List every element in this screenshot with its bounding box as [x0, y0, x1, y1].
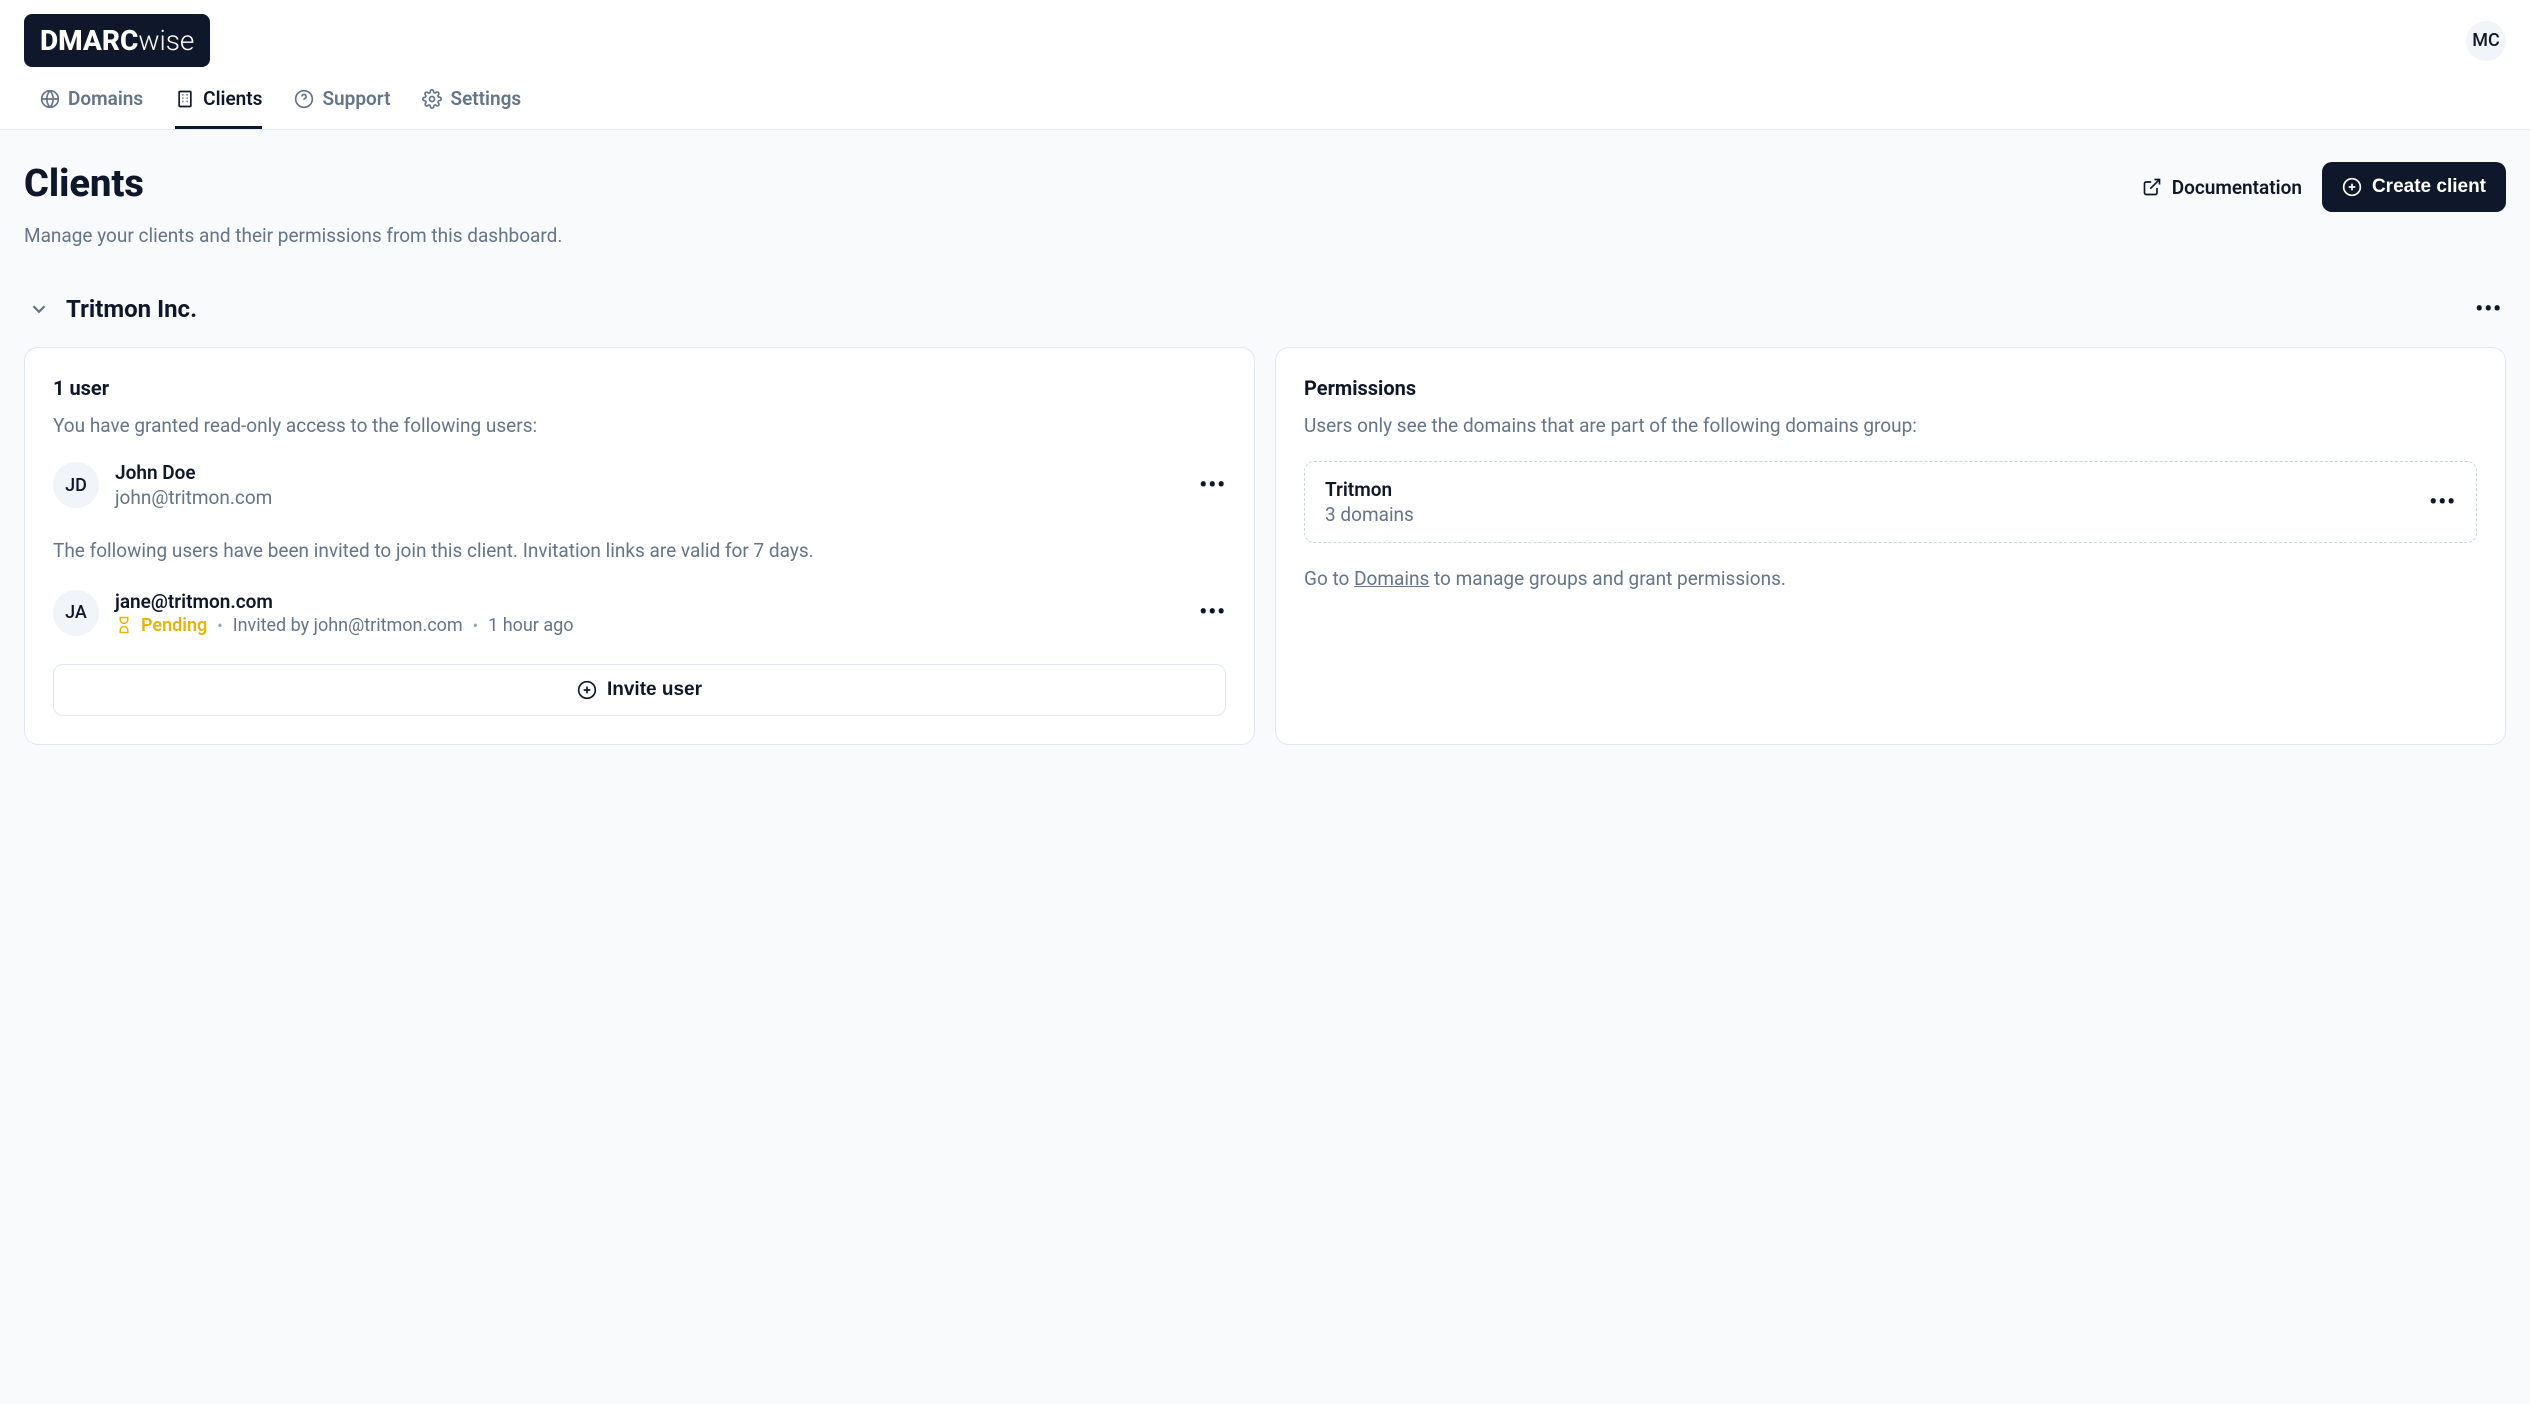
- cards-grid: 1 user You have granted read-only access…: [24, 347, 2506, 745]
- tab-domains[interactable]: Domains: [40, 87, 143, 129]
- pending-user-row: JA jane@tritmon.com Pending • Invited by…: [53, 590, 1226, 636]
- user-row: JD John Doe john@tritmon.com •••: [53, 461, 1226, 509]
- tab-label: Support: [322, 87, 390, 110]
- permissions-footer: Go to Domains to manage groups and grant…: [1304, 567, 2477, 590]
- page-header: Clients Manage your clients and their pe…: [24, 162, 2506, 247]
- user-avatar[interactable]: MC: [2466, 21, 2506, 61]
- page-subtitle: Manage your clients and their permission…: [24, 224, 562, 247]
- building-icon: [175, 89, 195, 109]
- client-more-icon[interactable]: •••: [2475, 297, 2502, 322]
- main-content: Clients Manage your clients and their pe…: [0, 130, 2530, 1404]
- permissions-card: Permissions Users only see the domains t…: [1275, 347, 2506, 745]
- permission-group: Tritmon 3 domains •••: [1304, 461, 2477, 543]
- permissions-title: Permissions: [1304, 376, 2477, 400]
- help-icon: [294, 89, 314, 109]
- client-toggle[interactable]: Tritmon Inc.: [28, 295, 197, 323]
- domains-link[interactable]: Domains: [1354, 567, 1429, 590]
- invite-user-button[interactable]: Invite user: [53, 664, 1226, 716]
- invite-user-label: Invite user: [607, 679, 702, 701]
- tab-label: Clients: [203, 87, 262, 110]
- app-header: DMARCwise MC: [0, 0, 2530, 67]
- client-header: Tritmon Inc. •••: [24, 295, 2506, 323]
- tab-support[interactable]: Support: [294, 87, 390, 129]
- client-name: Tritmon Inc.: [66, 295, 197, 323]
- invite-info-text: The following users have been invited to…: [53, 537, 1226, 566]
- page-title: Clients: [24, 162, 562, 206]
- group-count: 3 domains: [1325, 503, 1414, 526]
- tab-settings[interactable]: Settings: [422, 87, 521, 129]
- tab-clients[interactable]: Clients: [175, 87, 262, 129]
- footer-suffix: to manage groups and grant permissions.: [1429, 567, 1786, 590]
- pending-user-info: JA jane@tritmon.com Pending • Invited by…: [53, 590, 574, 636]
- logo-bold: DMARC: [40, 24, 138, 57]
- plus-circle-icon: [2342, 177, 2362, 197]
- chevron-down-icon: [28, 298, 50, 320]
- pending-avatar-initials: JA: [53, 590, 99, 636]
- nav-tabs: Domains Clients Support Settings: [0, 67, 2530, 130]
- invited-by: Invited by john@tritmon.com: [233, 615, 463, 636]
- dot-separator: •: [217, 616, 222, 635]
- create-client-button[interactable]: Create client: [2322, 162, 2506, 212]
- pending-badge: Pending: [115, 615, 207, 636]
- create-client-label: Create client: [2372, 176, 2486, 198]
- invited-time: 1 hour ago: [488, 615, 573, 636]
- gear-icon: [422, 89, 442, 109]
- globe-icon: [40, 89, 60, 109]
- permissions-subtitle: Users only see the domains that are part…: [1304, 414, 2477, 437]
- plus-circle-icon: [577, 680, 597, 700]
- users-title: 1 user: [53, 376, 1226, 400]
- pending-email: jane@tritmon.com: [115, 590, 574, 613]
- tab-label: Settings: [450, 87, 521, 110]
- tab-label: Domains: [68, 87, 143, 110]
- user-info: JD John Doe john@tritmon.com: [53, 461, 272, 509]
- documentation-link[interactable]: Documentation: [2142, 176, 2302, 199]
- group-name: Tritmon: [1325, 478, 1414, 501]
- documentation-label: Documentation: [2172, 176, 2302, 199]
- logo[interactable]: DMARCwise: [24, 14, 210, 67]
- users-subtitle: You have granted read-only access to the…: [53, 414, 1226, 437]
- pending-more-icon[interactable]: •••: [1199, 600, 1226, 625]
- user-email: john@tritmon.com: [115, 486, 272, 509]
- hourglass-icon: [115, 616, 133, 634]
- dot-separator: •: [473, 616, 478, 635]
- user-name: John Doe: [115, 461, 272, 484]
- users-card: 1 user You have granted read-only access…: [24, 347, 1255, 745]
- logo-light: wise: [138, 24, 194, 57]
- footer-prefix: Go to: [1304, 567, 1354, 590]
- client-section: Tritmon Inc. ••• 1 user You have granted…: [24, 295, 2506, 745]
- page-actions: Documentation Create client: [2142, 162, 2506, 212]
- user-avatar-initials: JD: [53, 462, 99, 508]
- pending-label-text: Pending: [141, 615, 207, 636]
- user-more-icon[interactable]: •••: [1199, 473, 1226, 498]
- group-more-icon[interactable]: •••: [2429, 490, 2456, 515]
- pending-status: Pending • Invited by john@tritmon.com • …: [115, 615, 574, 636]
- external-link-icon: [2142, 177, 2162, 197]
